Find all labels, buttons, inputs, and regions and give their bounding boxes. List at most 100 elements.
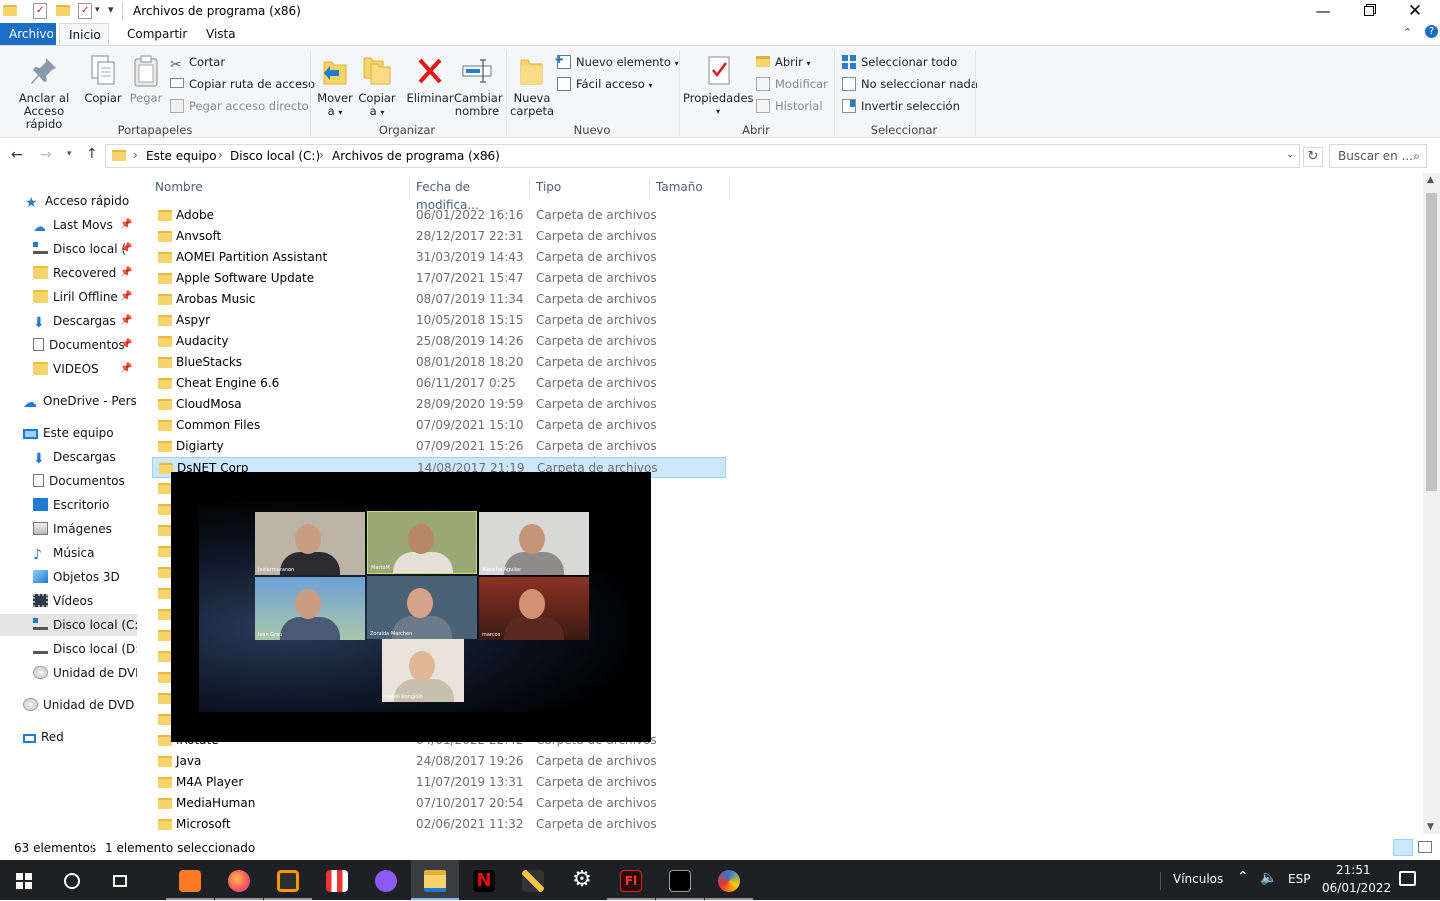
properties-button[interactable]: Propiedades ▾ (683, 54, 754, 118)
taskbar-paint[interactable] (705, 860, 753, 900)
tab-archivo[interactable]: Archivo (0, 23, 56, 45)
breadcrumb-este-equipo[interactable]: Este equipo (146, 149, 217, 163)
nav-network[interactable]: Red (23, 726, 64, 748)
participant-tile[interactable]: javiermaranon (255, 512, 365, 575)
taskbar-settings[interactable]: ⚙ (558, 860, 606, 900)
customize-quick-access-icon[interactable]: ▾ (108, 3, 114, 19)
links-toolbar[interactable]: Vínculos (1173, 872, 1223, 886)
nav-item-disco-local-c[interactable]: Disco local (C:) (0, 614, 137, 636)
table-row[interactable]: M4A Player 11/07/2019 13:31 Carpeta de arc… (152, 772, 726, 793)
clock-time[interactable]: 21:51 (1336, 863, 1371, 877)
nav-item-videos[interactable]: Vídeos (33, 590, 93, 612)
table-row[interactable]: Apple Software Update 17/07/2021 15:47 Car… (152, 268, 726, 289)
select-all-button[interactable]: Seleccionar todo (842, 53, 957, 71)
delete-button[interactable]: Eliminar (404, 54, 456, 105)
scrollbar-thumb[interactable] (1426, 193, 1437, 491)
chevron-down-icon[interactable]: ▾ (95, 5, 100, 21)
new-folder-quick-icon[interactable] (56, 5, 70, 21)
rename-button[interactable]: Cambiar nombre (454, 54, 503, 118)
nav-item-disco-local-d[interactable]: Disco local (D:) (33, 638, 137, 660)
nav-item-liril-offline[interactable]: Liril Offline (33, 286, 118, 308)
table-row[interactable]: Adobe 06/01/2022 16:16 Carpeta de archivos (152, 205, 726, 226)
nav-item-descargas[interactable]: ⬇ Descargas (33, 446, 116, 468)
participant-tile[interactable]: Alencha Aguilar (479, 512, 589, 575)
table-row[interactable]: Digiarty 07/09/2021 15:26 Carpeta de archi… (152, 436, 726, 457)
table-row[interactable]: Aspyr 10/05/2018 15:15 Carpeta de archivos (152, 310, 726, 331)
taskbar-file-explorer[interactable] (411, 860, 459, 900)
taskbar-xampp[interactable] (166, 860, 214, 900)
collapse-ribbon-icon[interactable]: ⌃ (1403, 26, 1412, 39)
recent-locations-icon[interactable]: ▾ (67, 149, 72, 159)
language-indicator[interactable]: ESP (1288, 872, 1310, 886)
paste-button[interactable]: Pegar (127, 54, 165, 105)
address-dropdown-icon[interactable]: ⌄ (1286, 149, 1294, 160)
nav-item-videos-pinned[interactable]: VIDEOS (33, 358, 99, 380)
properties-quick-icon[interactable]: ✓ (33, 3, 47, 19)
table-row[interactable]: Arobas Music 08/07/2019 11:34 Carpeta de a… (152, 289, 726, 310)
tab-compartir[interactable]: Compartir (118, 23, 196, 45)
table-row[interactable]: BlueStacks 08/01/2018 18:20 Carpeta de arc… (152, 352, 726, 373)
back-arrow-icon[interactable]: ← (11, 147, 23, 163)
breadcrumb-current-folder[interactable]: Archivos de programa (x86) (332, 149, 500, 163)
taskbar-netflix[interactable]: N (460, 860, 508, 900)
nav-item-musica[interactable]: ♪ Música (33, 542, 95, 564)
taskbar-sublime[interactable] (264, 860, 312, 900)
participant-tile[interactable]: Zoraida Marchen (367, 576, 477, 639)
notification-center-icon[interactable] (1399, 871, 1416, 886)
table-row[interactable]: Microsoft 02/06/2021 11:32 Carpeta de arch… (152, 814, 726, 834)
tab-vista[interactable]: Vista (197, 23, 245, 45)
taskbar-app-pencil[interactable] (509, 860, 557, 900)
nav-onedrive[interactable]: ☁ OneDrive - Perso (23, 390, 137, 412)
up-arrow-icon[interactable]: ↑ (86, 146, 98, 162)
pin-quick-access-button[interactable]: Anclar al Acceso rápido (4, 54, 84, 131)
help-icon[interactable]: ? (1425, 25, 1438, 38)
participant-tile[interactable]: marcos (479, 577, 589, 640)
search-button[interactable] (48, 860, 96, 900)
nav-item-imagenes[interactable]: Imágenes (33, 518, 112, 540)
select-none-button[interactable]: No seleccionar nada (842, 75, 978, 93)
nav-item-recovered[interactable]: Recovered (33, 262, 116, 284)
copy-button[interactable]: Copiar (84, 54, 122, 105)
nav-item-last-movs[interactable]: ☁ Last Movs (33, 214, 113, 236)
taskbar-popcorn[interactable] (313, 860, 361, 900)
table-row[interactable]: Anvsoft 28/12/2017 22:31 Carpeta de archiv… (152, 226, 726, 247)
participant-tile[interactable]: isabel bongiolo (382, 639, 464, 702)
maximize-button[interactable] (1346, 0, 1392, 23)
copy-to-button[interactable]: Copiar a ▾ (356, 54, 398, 119)
video-call-overlay[interactable]: javiermaranon MartoM Alencha Aguilar Iva… (171, 472, 651, 742)
column-header-nombre[interactable]: Nombre (149, 178, 410, 200)
edit-button[interactable]: Modificar (756, 75, 828, 93)
easy-access-button[interactable]: Fácil acceso ▾ (557, 75, 652, 93)
nav-item-documentos[interactable]: Documentos (33, 470, 125, 492)
search-input[interactable]: Buscar en ... ⌕ (1329, 144, 1427, 168)
nav-dvd-r[interactable]: Unidad de DVD R (23, 694, 137, 716)
move-to-button[interactable]: Mover a ▾ (314, 54, 356, 119)
copy-path-button[interactable]: Copiar ruta de acceso (170, 75, 315, 93)
details-view-icon[interactable] (1393, 839, 1413, 856)
task-view-button[interactable] (96, 860, 144, 900)
nav-item-documentos-pinned[interactable]: Documentos (33, 334, 125, 356)
breadcrumb-chevron-icon[interactable]: › (133, 148, 138, 162)
table-row[interactable]: MediaHuman 07/10/2017 20:54 Carpeta de arc… (152, 793, 726, 814)
participant-tile[interactable]: Ivan Grau (255, 577, 365, 640)
minimize-button[interactable]: — (1300, 0, 1346, 23)
checklist-quick-icon[interactable]: ✓ (78, 3, 92, 19)
table-row[interactable]: Common Files 07/09/2021 15:10 Carpeta de a… (152, 415, 726, 436)
large-icons-view-icon[interactable] (1418, 841, 1432, 853)
invert-selection-button[interactable]: Invertir selección (842, 97, 960, 115)
open-button[interactable]: Abrir ▾ (756, 53, 811, 71)
tab-inicio[interactable]: Inicio (59, 23, 109, 45)
chevron-up-icon[interactable]: ⌃ (1237, 869, 1249, 885)
forward-arrow-icon[interactable]: → (40, 147, 52, 163)
vertical-scrollbar[interactable]: ▲ ▼ (1423, 173, 1440, 834)
breadcrumb-disco-local[interactable]: Disco local (C:) (230, 149, 320, 163)
column-header-fecha[interactable]: Fecha de modifica... (410, 178, 530, 212)
nav-item-dvd[interactable]: Unidad de DVD (33, 662, 137, 684)
history-button[interactable]: Historial (756, 97, 823, 115)
speaker-icon[interactable]: 🔈 (1260, 870, 1277, 886)
scroll-up-icon[interactable]: ▲ (1427, 175, 1434, 185)
table-row[interactable]: Java 24/08/2017 19:26 Carpeta de archivos (152, 751, 726, 772)
paste-shortcut-button[interactable]: Pegar acceso directo (170, 97, 309, 115)
nav-item-descargas-pinned[interactable]: ⬇ Descargas (33, 310, 116, 332)
nav-item-escritorio[interactable]: Escritorio (33, 494, 109, 516)
